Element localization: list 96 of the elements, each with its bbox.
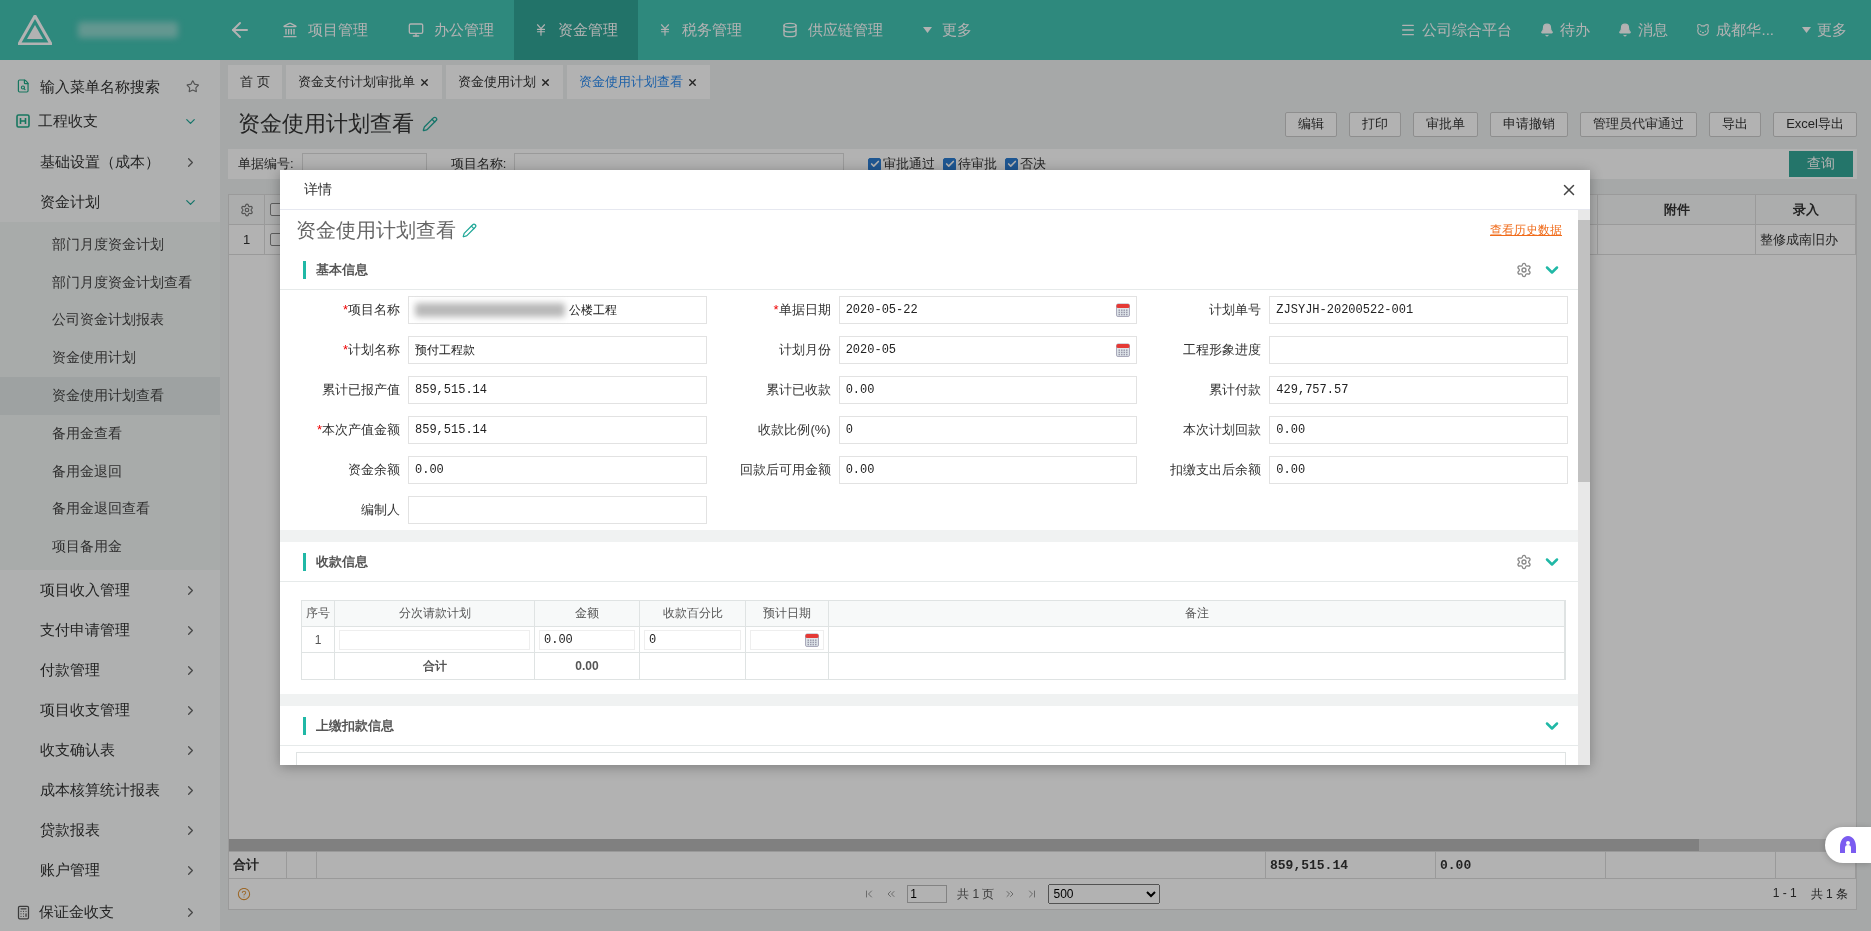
page-input[interactable]: 1 [907, 885, 948, 903]
sidebar-item[interactable]: 备用金查看 [0, 415, 220, 453]
sidebar-item[interactable]: 付款管理 [0, 650, 220, 691]
field-label: 计划月份 [777, 341, 831, 359]
input-field[interactable]: 0.00 [1269, 416, 1568, 444]
table-cell: 859,515.14 [1266, 852, 1436, 878]
input-field[interactable]: 429,757.57 [1269, 376, 1568, 404]
sidebar-item[interactable]: 项目收支管理 [0, 690, 220, 731]
field-label: *项目名称 [341, 301, 400, 319]
column-header: 备注 [829, 601, 1565, 626]
input-field[interactable]: 0.00 [539, 629, 635, 650]
input-field[interactable]: 0 [838, 416, 1138, 444]
form-title: 资金使用计划查看 [296, 217, 456, 243]
column-header: 录入 [1756, 195, 1856, 224]
toolbar-button[interactable]: 审批单 [1413, 111, 1479, 137]
field-label: 计划单号 [1208, 301, 1262, 319]
sidebar-item[interactable]: 贷款报表 [0, 810, 220, 851]
sidebar-item[interactable]: 保证金收支 [0, 894, 220, 931]
page-range: 1 - 1 [1772, 885, 1797, 902]
sidebar-item[interactable]: 工程收支 [0, 104, 220, 138]
sidebar-item[interactable]: 支付申请管理 [0, 610, 220, 651]
field-label: 回款后可用金额 [738, 461, 831, 479]
sidebar-item[interactable]: 项目收入管理 [0, 570, 220, 611]
input-field[interactable]: 859,515.14 [408, 376, 707, 404]
input-field[interactable]: 0.00 [1269, 456, 1568, 484]
column-header: 收款百分比 [640, 601, 746, 626]
input-field[interactable]: 0.00 [838, 376, 1138, 404]
field-label: 本次计划回款 [1182, 421, 1262, 439]
sidebar-item[interactable]: 收支确认表 [0, 730, 220, 771]
sidebar-item[interactable]: 账户管理 [0, 850, 220, 891]
toolbar-button[interactable]: 打印 [1349, 111, 1402, 137]
sidebar-item[interactable]: 备用金退回 [0, 452, 220, 491]
table-cell: 1 [302, 627, 335, 652]
input-field[interactable]: 公楼工程 [408, 296, 707, 324]
field-label: 累计已报产值 [321, 381, 400, 399]
sidebar-item[interactable]: 基础设置（成本） [0, 142, 220, 182]
field-label: 累计付款 [1208, 381, 1262, 399]
tab[interactable]: 资金使用计划 [445, 65, 563, 99]
record-count: 共 1 条 [1810, 885, 1848, 903]
column-header: 序号 [302, 601, 335, 626]
toolbar-button[interactable]: 申请撤销 [1490, 111, 1569, 137]
sidebar-item[interactable]: 部门月度资金计划 [0, 226, 220, 264]
input-field[interactable]: 0.00 [838, 456, 1138, 484]
toolbar-button[interactable]: Excel导出 [1773, 111, 1857, 137]
column-header: 附件 [1598, 195, 1756, 224]
section-title: 基本信息 [316, 260, 369, 279]
sidebar-item[interactable]: 成本核算统计报表 [0, 770, 220, 811]
toolbar-button[interactable]: 管理员代审通过 [1580, 111, 1698, 137]
filter-label: 单据编号: [238, 155, 294, 173]
section-title: 上缴扣款信息 [316, 716, 395, 735]
page-count: 共 1 页 [957, 885, 995, 903]
table-cell: 整修成南旧办 [1756, 225, 1856, 254]
field-label: 扣缴支出后余额 [1169, 461, 1262, 479]
table-cell: 0.00 [535, 653, 640, 679]
field-label: 编制人 [360, 501, 400, 519]
checkbox-label: 否决 [1020, 155, 1047, 173]
sidebar-item[interactable]: 部门月度资金计划查看 [0, 263, 220, 302]
tab[interactable]: 资金支付计划审批单 [285, 65, 442, 99]
field-label: *本次产值金额 [315, 421, 400, 439]
table-cell: 0.00 [1436, 852, 1606, 878]
input-field[interactable]: 859,515.14 [408, 416, 707, 444]
table-cell: 合计 [335, 653, 535, 679]
checkbox-label: 审批通过 [883, 155, 936, 173]
row-number: 1 [229, 225, 265, 254]
toolbar-button[interactable]: 导出 [1709, 111, 1762, 137]
input-field[interactable]: 2020-05-22 [838, 296, 1138, 324]
field-label: 累计已收款 [764, 381, 831, 399]
sidebar-item[interactable]: 公司资金计划报表 [0, 301, 220, 340]
tab[interactable]: 首 页 [228, 65, 282, 99]
field-label: 工程形象进度 [1182, 341, 1262, 359]
input-field[interactable]: 0 [644, 629, 741, 650]
column-header: 预计日期 [746, 601, 829, 626]
sidebar-item[interactable]: 项目备用金 [0, 528, 220, 567]
filter-label: 项目名称: [450, 155, 507, 173]
page-size-select[interactable]: 500 [1048, 884, 1161, 904]
input-field[interactable]: 0.00 [408, 456, 707, 484]
input-field[interactable]: 预付工程款 [408, 336, 707, 364]
column-header: 分次请款计划 [335, 601, 535, 626]
column-header: 金额 [535, 601, 640, 626]
sidebar-item[interactable]: 资金使用计划查看 [0, 377, 220, 415]
checkbox-label: 待审批 [958, 155, 998, 173]
field-label: 资金余额 [347, 461, 400, 479]
page-title: 资金使用计划查看 [238, 110, 414, 138]
sidebar-item[interactable]: 备用金退回查看 [0, 490, 220, 529]
sidebar-item[interactable]: 资金使用计划 [0, 339, 220, 378]
input-field[interactable]: 2020-05 [838, 336, 1138, 364]
table-cell: 合计 [229, 852, 287, 878]
dialog-title: 详情 [304, 180, 333, 199]
sidebar-item[interactable]: 资金计划 [0, 182, 220, 222]
field-label: *单据日期 [772, 301, 831, 319]
input-field[interactable]: ZJSYJH-20200522-001 [1269, 296, 1568, 324]
field-label: 收款比例(%) [757, 421, 831, 439]
field-label: *计划名称 [341, 341, 400, 359]
toolbar-button[interactable]: 编辑 [1285, 111, 1338, 137]
section-title: 收款信息 [316, 552, 369, 571]
search-field[interactable]: 输入菜单名称搜索 [38, 76, 179, 96]
